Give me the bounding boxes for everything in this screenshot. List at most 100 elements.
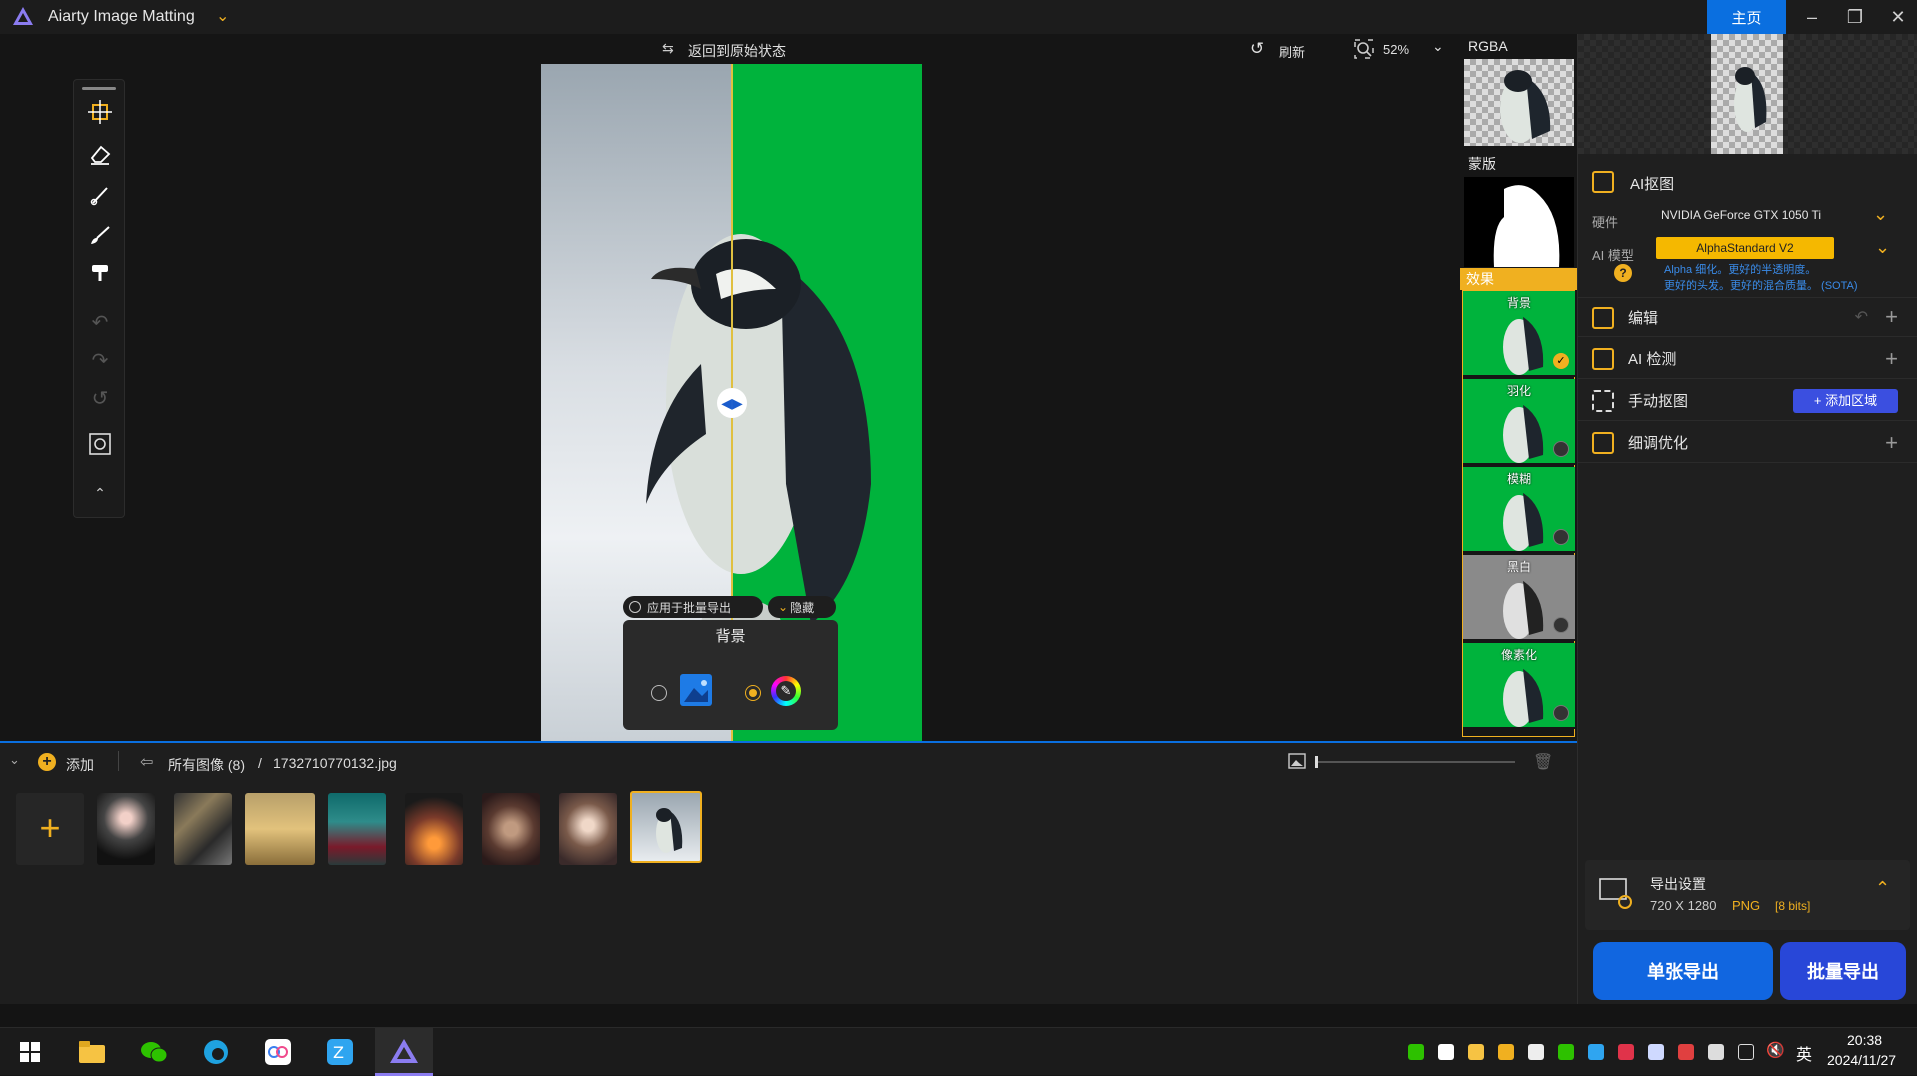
effect-bw[interactable]: 黑白 [1463,555,1575,641]
single-export-button[interactable]: 单张导出 [1593,942,1773,1000]
tray-icon[interactable] [1588,1044,1604,1060]
expand-up-icon[interactable]: ⌃ [1875,878,1890,899]
trash-icon[interactable]: 🗑 [1533,752,1553,772]
radio-icon[interactable] [629,601,641,613]
tray-icon[interactable] [1528,1044,1544,1060]
thumbnail-size-slider[interactable] [1315,756,1515,768]
add-image-button[interactable]: + [16,793,84,865]
brush-icon[interactable] [74,177,126,213]
slider-handle[interactable] [1315,756,1318,768]
image-thumbnail[interactable] [174,793,232,865]
effect-pixelate[interactable]: 像素化 [1463,643,1575,729]
windows-start-icon[interactable] [10,1034,50,1070]
effect-feather[interactable]: 羽化 [1463,379,1575,465]
mask-preview[interactable] [1464,177,1574,267]
color-picker-icon[interactable]: ✎ [771,676,801,706]
effect-radio[interactable] [1553,529,1569,545]
add-region-button[interactable]: + 添加区域 [1793,389,1898,413]
refresh-button[interactable]: 刷新 [1279,42,1305,61]
result-thumbnail[interactable] [1711,34,1783,154]
zoom-dropdown-icon[interactable]: ⌄ [1432,38,1444,55]
zoom-level[interactable]: 52% [1383,42,1409,57]
apply-batch-toggle[interactable]: 应用于批量导出 [623,596,763,618]
ime-indicator[interactable]: 英 [1796,1041,1812,1065]
drag-handle[interactable] [82,87,116,90]
refine-section[interactable]: 细调优化 + [1578,423,1917,463]
effect-radio[interactable] [1553,705,1569,721]
undo-icon[interactable]: ↶ [74,304,126,340]
tray-icon[interactable] [1468,1044,1484,1060]
hide-button[interactable]: ⌄ 隐藏 [768,596,836,618]
all-images-link[interactable]: 所有图像 (8) [168,755,245,775]
minimize-icon[interactable]: – [1800,6,1824,28]
image-thumbnail[interactable] [328,793,386,865]
effect-background[interactable]: 背景 ✓ [1463,291,1575,377]
image-background-icon[interactable] [680,674,712,706]
redo-icon[interactable]: ↷ [74,342,126,378]
hardware-select[interactable]: NVIDIA GeForce GTX 1050 Ti [1653,202,1853,228]
image-thumbnail[interactable] [97,793,155,865]
wechat-icon[interactable] [134,1034,174,1070]
shield-icon[interactable] [1498,1044,1514,1060]
tray-icon[interactable] [1438,1044,1454,1060]
edge-icon[interactable] [196,1034,236,1070]
aiarty-taskbar-icon[interactable] [375,1028,433,1076]
image-thumbnail[interactable] [245,793,315,865]
collapse-icon[interactable]: ⌄ [9,752,20,768]
app-icon[interactable] [258,1034,298,1070]
add-icon[interactable]: + [38,753,56,771]
effect-radio[interactable] [1553,441,1569,457]
wechat-tray-icon[interactable] [1558,1044,1574,1060]
network-icon[interactable] [1738,1044,1754,1060]
batch-export-button[interactable]: 批量导出 [1780,942,1906,1000]
restore-icon[interactable]: ❐ [1843,6,1867,28]
help-icon[interactable]: ? [1614,264,1632,282]
eraser-icon[interactable] [74,136,126,172]
input-method-icon[interactable]: Z [320,1034,360,1070]
hardware-dropdown-icon[interactable]: ⌄ [1873,204,1888,225]
chevron-down-icon[interactable]: ⌄ [216,6,229,26]
image-thumbnail-selected[interactable] [630,791,702,863]
image-thumbnail[interactable] [482,793,540,865]
undo-icon[interactable]: ↶ [1855,307,1868,327]
add-icon[interactable]: + [1885,430,1898,456]
reset-icon[interactable]: ↺ [74,380,126,416]
split-handle-icon[interactable]: ◀▶ [717,388,747,418]
battery-icon[interactable] [1708,1044,1724,1060]
export-bits: [8 bits] [1775,899,1811,913]
tray-icon[interactable] [1678,1044,1694,1060]
bucket-icon[interactable] [74,257,126,293]
model-dropdown-icon[interactable]: ⌄ [1875,237,1890,258]
tray-icon[interactable] [1408,1044,1424,1060]
volume-icon[interactable]: 🔇 [1766,1041,1785,1059]
add-button[interactable]: 添加 [66,755,94,775]
add-icon[interactable]: + [1885,346,1898,372]
model-select[interactable]: AlphaStandard V2 [1656,237,1834,259]
image-thumbnail[interactable] [559,793,617,865]
add-icon[interactable]: + [1885,304,1898,330]
rgba-preview[interactable] [1464,59,1574,146]
close-icon[interactable]: ✕ [1886,6,1910,28]
home-button[interactable]: 主页 [1707,0,1786,34]
restore-original-button[interactable]: 返回到原始状态 [688,41,786,61]
collapse-up-icon[interactable]: ⌃ [74,475,126,511]
add-region-label: 添加区域 [1825,393,1878,408]
export-settings[interactable]: 导出设置 720 X 1280 PNG [8 bits] ⌃ [1585,860,1910,930]
back-arrow-icon[interactable]: ⇦ [140,752,153,772]
color-bg-radio[interactable] [745,685,761,701]
fit-view-icon[interactable] [74,426,126,462]
image-bg-radio[interactable] [651,685,667,701]
effect-blur[interactable]: 模糊 [1463,467,1575,553]
file-explorer-icon[interactable] [72,1034,112,1070]
move-tool-icon[interactable] [74,94,126,130]
tray-icon[interactable] [1618,1044,1634,1060]
edit-section[interactable]: 编辑 ↶ + [1578,297,1917,337]
clock-time[interactable]: 20:38 [1847,1032,1882,1048]
manual-matting-section[interactable]: 手动抠图 + 添加区域 [1578,381,1917,421]
effect-radio[interactable] [1553,617,1569,633]
tray-icon[interactable] [1648,1044,1664,1060]
paint-brush-icon[interactable] [74,217,126,253]
ai-detect-section[interactable]: AI 检测 + [1578,339,1917,379]
clock-date[interactable]: 2024/11/27 [1827,1052,1896,1068]
image-thumbnail[interactable] [405,793,463,865]
